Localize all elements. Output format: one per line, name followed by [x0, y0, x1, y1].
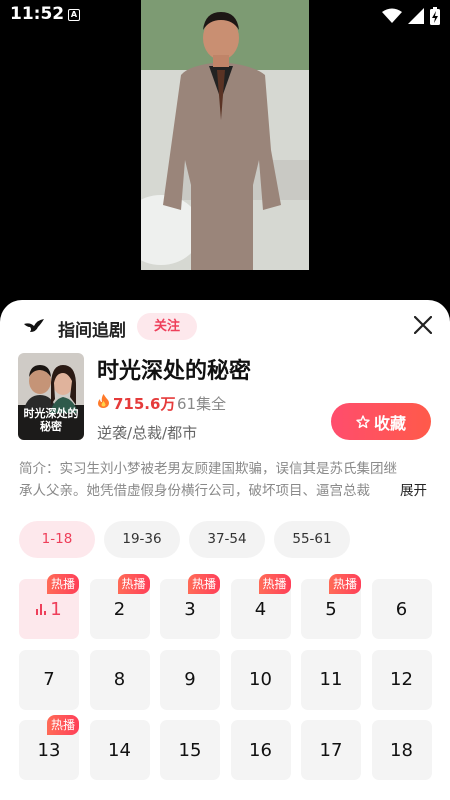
episode-number: 9 — [184, 669, 196, 690]
hot-badge: 热播 — [47, 574, 79, 594]
collect-button[interactable]: 收藏 — [331, 403, 431, 440]
episode-cell[interactable]: 11 — [301, 649, 361, 710]
status-icons — [382, 7, 440, 25]
drama-detail-sheet: 指间追剧 关注 时光深处的秘密 时光深处的秘密 715.6万 61集全 逆袭/总… — [0, 300, 450, 800]
episode-cell[interactable]: 7 — [19, 649, 79, 710]
collect-label: 收藏 — [373, 413, 406, 433]
episode-number: 1 — [50, 598, 62, 620]
hot-badge: 热播 — [329, 574, 361, 594]
synopsis-fade — [369, 480, 399, 502]
episode-cell[interactable]: 18 — [371, 720, 432, 780]
cover-title-text: 时光深处的秘密 — [23, 407, 79, 433]
episode-number: 18 — [390, 739, 413, 761]
synopsis-text: 简介：实习生刘小梦被老男友顾建国欺骗，误信其是苏氏集团继承人父亲。她凭借虚假身份… — [19, 461, 397, 499]
episode-cell[interactable]: 16 — [230, 720, 291, 780]
drama-cover[interactable]: 时光深处的秘密 — [18, 353, 84, 440]
heat-value: 715.6万 — [113, 395, 176, 413]
expand-link[interactable]: 展开 — [400, 480, 427, 502]
hot-badge: 热播 — [117, 574, 150, 594]
genre-tags: 逆袭/总裁/都市 — [97, 424, 198, 442]
episode-number: 3 — [184, 598, 196, 620]
hot-badge: 热播 — [188, 574, 220, 594]
episode-number: 6 — [395, 598, 408, 620]
episode-content: 2 — [114, 599, 125, 620]
sheet-title: 指间追剧 — [58, 321, 126, 341]
episode-content: 9 — [184, 669, 195, 690]
episode-total: 61集全 — [177, 395, 227, 413]
video-player[interactable] — [141, 0, 309, 270]
episode-number: 8 — [113, 669, 126, 690]
episode-number: 14 — [108, 739, 131, 761]
episode-content: 7 — [43, 669, 54, 690]
episode-content: 3 — [184, 599, 195, 620]
episode-cell[interactable]: 17 — [301, 720, 361, 780]
episode-number: 5 — [325, 598, 337, 620]
hot-badge: 热播 — [47, 715, 79, 735]
episode-number: 13 — [37, 739, 61, 761]
episode-cell[interactable]: 12 — [371, 649, 432, 710]
episode-content: 8 — [114, 669, 125, 690]
sheet-header: 指间追剧 关注 — [0, 300, 450, 354]
episode-number: 10 — [249, 669, 272, 690]
fire-icon — [98, 394, 109, 408]
episode-number: 12 — [390, 669, 413, 690]
episode-number: 16 — [249, 739, 272, 761]
episode-number: 2 — [113, 598, 126, 620]
episode-content: 4 — [255, 599, 266, 620]
video-frame-image — [141, 0, 309, 270]
episode-cell[interactable]: 15 — [160, 720, 220, 780]
drama-title: 时光深处的秘密 — [97, 359, 252, 384]
episode-content: 10 — [249, 669, 272, 690]
battery-icon — [430, 7, 440, 25]
episode-cell[interactable]: 6 — [371, 579, 432, 639]
episode-cell[interactable]: 2 热播 — [89, 574, 150, 639]
episode-cell[interactable]: 4 热播 — [230, 574, 291, 639]
episode-cell[interactable]: 3 热播 — [160, 574, 220, 639]
episode-number: 11 — [319, 669, 343, 690]
episode-cell[interactable]: 8 — [89, 649, 150, 710]
notification-icon: A — [68, 9, 80, 21]
follow-button[interactable]: 关注 — [137, 313, 197, 340]
episode-number: 7 — [43, 669, 55, 690]
episode-cell[interactable]: 1 热播 — [19, 574, 79, 639]
episode-range-tabs: 1-18 19-36 37-54 55-61 — [19, 521, 350, 558]
episode-number: 4 — [254, 598, 267, 620]
tab-range-55-61[interactable]: 55-61 — [274, 521, 350, 558]
episode-content: 12 — [390, 669, 413, 690]
episode-cell[interactable]: 10 — [230, 649, 291, 710]
episode-content: 5 — [325, 599, 336, 620]
wifi-icon — [382, 8, 402, 23]
episode-content: 15 — [179, 740, 202, 761]
tab-range-19-36[interactable]: 19-36 — [104, 521, 180, 558]
tab-range-1-18[interactable]: 1-18 — [19, 521, 95, 558]
episode-content: 17 — [320, 740, 343, 761]
episode-content: 11 — [320, 669, 343, 690]
episode-cell[interactable]: 14 — [89, 720, 150, 780]
hot-badge: 热播 — [258, 574, 291, 594]
episode-cell[interactable]: 9 — [160, 649, 220, 710]
episode-content: 1 — [36, 598, 62, 620]
episode-number: 15 — [178, 739, 202, 761]
episode-number: 17 — [319, 739, 343, 761]
status-time: 11:52 — [10, 4, 65, 24]
episode-content: 16 — [249, 740, 272, 761]
episode-content: 14 — [108, 740, 131, 761]
signal-icon — [408, 8, 424, 24]
tab-range-37-54[interactable]: 37-54 — [189, 521, 265, 558]
episode-grid: 1 热播 2 热播 3 热播 4 热播 5 热播 6 7 8 9 10 11 12 13 热播 14 15 16 17 18 — [19, 574, 433, 780]
episode-content: 6 — [396, 599, 407, 620]
close-icon[interactable] — [414, 316, 432, 334]
now-playing-icon — [36, 603, 47, 615]
episode-cell[interactable]: 5 热播 — [301, 574, 361, 639]
bird-logo-icon — [24, 319, 44, 332]
episode-content: 18 — [390, 740, 413, 761]
episode-cell[interactable]: 13 热播 — [19, 715, 79, 780]
episode-content: 13 — [38, 740, 61, 761]
synopsis: 简介：实习生刘小梦被老男友顾建国欺骗，误信其是苏氏集团继承人父亲。她凭借虚假身份… — [19, 458, 431, 502]
star-outline-icon — [356, 414, 370, 428]
